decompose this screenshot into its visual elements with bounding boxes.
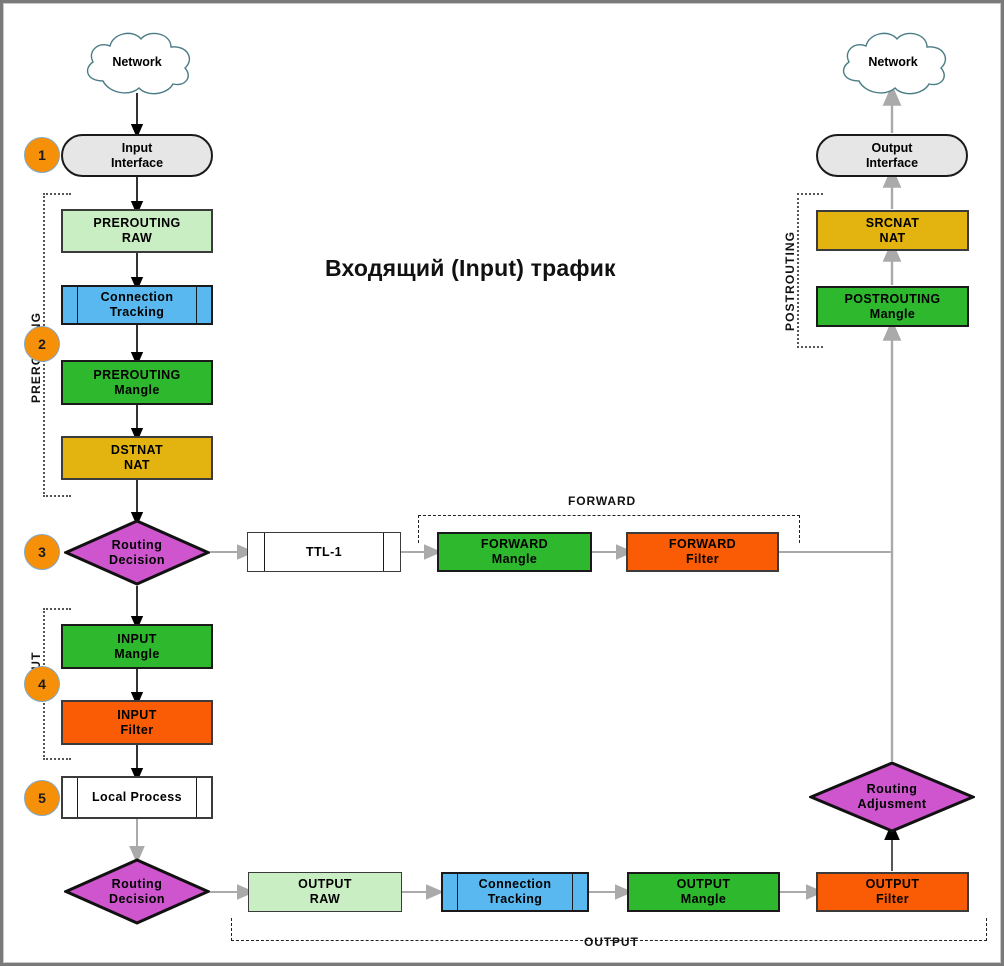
label-output: OUTPUT: [584, 935, 639, 949]
node-prerouting-raw[interactable]: PREROUTING RAW: [61, 209, 213, 253]
node-routing-decision-1[interactable]: Routing Decision: [64, 519, 210, 586]
step-badge-3[interactable]: 3: [24, 534, 60, 570]
node-input-filter[interactable]: INPUT Filter: [61, 700, 213, 745]
node-forward-mangle[interactable]: FORWARD Mangle: [437, 532, 592, 572]
node-input-interface[interactable]: Input Interface: [61, 134, 213, 177]
node-routing-decision-2[interactable]: Routing Decision: [64, 858, 210, 925]
node-prerouting-mangle[interactable]: PREROUTING Mangle: [61, 360, 213, 405]
cloud-label: Network: [868, 54, 918, 69]
cloud-network-in: Network: [75, 25, 199, 99]
node-srcnat[interactable]: SRCNAT NAT: [816, 210, 969, 251]
page-title: Входящий (Input) трафик: [325, 255, 616, 281]
node-routing-adjustment[interactable]: Routing Adjusment: [809, 761, 975, 833]
node-conntrack-out[interactable]: Connection Tracking: [441, 872, 589, 912]
node-label: Routing Decision: [108, 537, 166, 567]
node-label: Routing Decision: [108, 876, 166, 906]
node-ttl-decrement[interactable]: TTL-1: [247, 532, 401, 572]
node-postrouting-mangle[interactable]: POSTROUTING Mangle: [816, 286, 969, 327]
cloud-label: Network: [112, 54, 162, 69]
node-output-mangle[interactable]: OUTPUT Mangle: [627, 872, 780, 912]
node-output-interface[interactable]: Output Interface: [816, 134, 968, 177]
cloud-network-out: Network: [831, 25, 955, 99]
node-forward-filter[interactable]: FORWARD Filter: [626, 532, 779, 572]
diagram-canvas: Входящий (Input) трафик Network Network …: [0, 0, 1004, 966]
node-conntrack-in[interactable]: Connection Tracking: [61, 285, 213, 325]
node-output-raw[interactable]: OUTPUT RAW: [248, 872, 402, 912]
label-postrouting: POSTROUTING: [783, 230, 797, 331]
step-badge-2[interactable]: 2: [24, 326, 60, 362]
node-local-process[interactable]: Local Process: [61, 776, 213, 819]
node-output-filter[interactable]: OUTPUT Filter: [816, 872, 969, 912]
label-forward: FORWARD: [568, 494, 637, 508]
node-dstnat[interactable]: DSTNAT NAT: [61, 436, 213, 480]
node-label: Routing Adjusment: [857, 782, 927, 811]
step-badge-1[interactable]: 1: [24, 137, 60, 173]
step-badge-5[interactable]: 5: [24, 780, 60, 816]
node-input-mangle[interactable]: INPUT Mangle: [61, 624, 213, 669]
step-badge-4[interactable]: 4: [24, 666, 60, 702]
